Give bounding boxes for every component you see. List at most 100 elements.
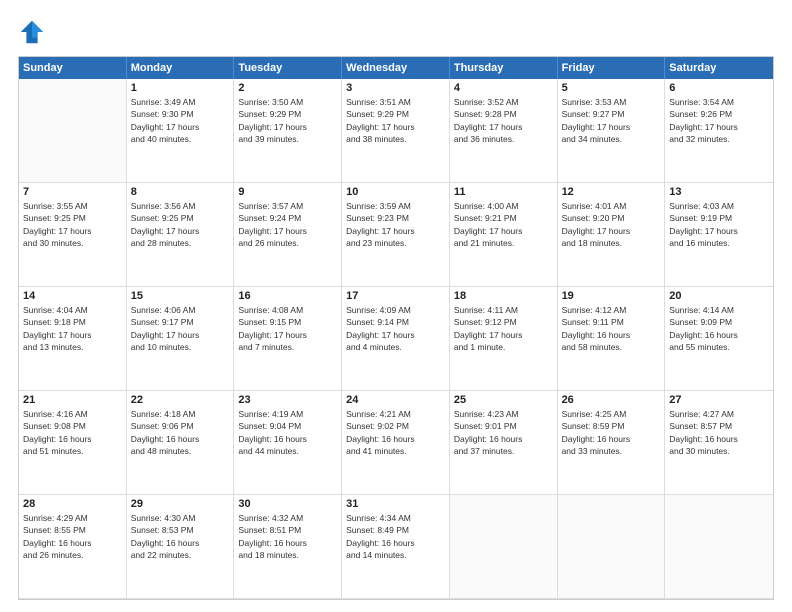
day-info: Sunrise: 4:12 AMSunset: 9:11 PMDaylight:… [562,304,661,353]
day-info: Sunrise: 4:09 AMSunset: 9:14 PMDaylight:… [346,304,445,353]
calendar-cell: 11 Sunrise: 4:00 AMSunset: 9:21 PMDayligh… [450,183,558,287]
day-info: Sunrise: 3:52 AMSunset: 9:28 PMDaylight:… [454,96,553,145]
header [18,18,774,46]
day-info: Sunrise: 4:08 AMSunset: 9:15 PMDaylight:… [238,304,337,353]
weekday-header: Sunday [19,57,127,79]
calendar-cell: 2 Sunrise: 3:50 AMSunset: 9:29 PMDaylight… [234,79,342,183]
calendar-cell: 30Sunrise: 4:32 AMSunset: 8:51 PMDayligh… [234,495,342,599]
day-number: 7 [23,186,122,198]
day-number: 25 [454,394,553,406]
calendar-cell: 18 Sunrise: 4:11 AMSunset: 9:12 PMDayligh… [450,287,558,391]
logo [18,18,50,46]
calendar-cell: 21Sunrise: 4:16 AMSunset: 9:08 PMDayligh… [19,391,127,495]
calendar-cell: 16 Sunrise: 4:08 AMSunset: 9:15 PMDayligh… [234,287,342,391]
logo-icon [18,18,46,46]
calendar-cell [665,495,773,599]
day-number: 6 [669,82,769,94]
day-number: 17 [346,290,445,302]
day-number: 29 [131,498,230,510]
day-info: Sunrise: 4:23 AMSunset: 9:01 PMDaylight:… [454,408,553,457]
calendar-cell: 17 Sunrise: 4:09 AMSunset: 9:14 PMDayligh… [342,287,450,391]
day-info: Sunrise: 4:16 AMSunset: 9:08 PMDaylight:… [23,408,122,457]
day-number: 31 [346,498,445,510]
calendar-body: 1 Sunrise: 3:49 AMSunset: 9:30 PMDaylight… [19,79,773,599]
day-info: Sunrise: 4:32 AMSunset: 8:51 PMDaylight:… [238,512,337,561]
day-number: 14 [23,290,122,302]
day-info: Sunrise: 4:06 AMSunset: 9:17 PMDaylight:… [131,304,230,353]
day-number: 4 [454,82,553,94]
calendar: SundayMondayTuesdayWednesdayThursdayFrid… [18,56,774,600]
calendar-cell: 4 Sunrise: 3:52 AMSunset: 9:28 PMDaylight… [450,79,558,183]
weekday-header: Wednesday [342,57,450,79]
day-info: Sunrise: 4:00 AMSunset: 9:21 PMDaylight:… [454,200,553,249]
calendar-cell: 9Sunrise: 3:57 AMSunset: 9:24 PMDaylight… [234,183,342,287]
weekday-header: Friday [558,57,666,79]
day-info: Sunrise: 4:14 AMSunset: 9:09 PMDaylight:… [669,304,769,353]
weekday-header: Thursday [450,57,558,79]
day-info: Sunrise: 4:04 AMSunset: 9:18 PMDaylight:… [23,304,122,353]
day-info: Sunrise: 3:59 AMSunset: 9:23 PMDaylight:… [346,200,445,249]
day-info: Sunrise: 4:19 AMSunset: 9:04 PMDaylight:… [238,408,337,457]
day-info: Sunrise: 3:50 AMSunset: 9:29 PMDaylight:… [238,96,337,145]
day-info: Sunrise: 3:57 AMSunset: 9:24 PMDaylight:… [238,200,337,249]
day-number: 3 [346,82,445,94]
day-number: 24 [346,394,445,406]
day-info: Sunrise: 3:53 AMSunset: 9:27 PMDaylight:… [562,96,661,145]
weekday-header: Monday [127,57,235,79]
day-number: 26 [562,394,661,406]
calendar-cell [19,79,127,183]
day-number: 13 [669,186,769,198]
calendar-cell: 12Sunrise: 4:01 AMSunset: 9:20 PMDayligh… [558,183,666,287]
calendar-cell: 20 Sunrise: 4:14 AMSunset: 9:09 PMDayligh… [665,287,773,391]
day-info: Sunrise: 4:27 AMSunset: 8:57 PMDaylight:… [669,408,769,457]
day-info: Sunrise: 3:51 AMSunset: 9:29 PMDaylight:… [346,96,445,145]
calendar-cell: 25 Sunrise: 4:23 AMSunset: 9:01 PMDayligh… [450,391,558,495]
calendar-cell: 28 Sunrise: 4:29 AMSunset: 8:55 PMDayligh… [19,495,127,599]
day-info: Sunrise: 4:01 AMSunset: 9:20 PMDaylight:… [562,200,661,249]
day-number: 16 [238,290,337,302]
calendar-cell: 10 Sunrise: 3:59 AMSunset: 9:23 PMDayligh… [342,183,450,287]
day-number: 23 [238,394,337,406]
day-info: Sunrise: 3:54 AMSunset: 9:26 PMDaylight:… [669,96,769,145]
calendar-header: SundayMondayTuesdayWednesdayThursdayFrid… [19,57,773,79]
calendar-cell [450,495,558,599]
calendar-cell: 15 Sunrise: 4:06 AMSunset: 9:17 PMDayligh… [127,287,235,391]
day-info: Sunrise: 4:25 AMSunset: 8:59 PMDaylight:… [562,408,661,457]
calendar-cell: 22Sunrise: 4:18 AMSunset: 9:06 PMDayligh… [127,391,235,495]
day-number: 20 [669,290,769,302]
day-info: Sunrise: 4:11 AMSunset: 9:12 PMDaylight:… [454,304,553,353]
day-number: 10 [346,186,445,198]
calendar-cell: 13 Sunrise: 4:03 AMSunset: 9:19 PMDayligh… [665,183,773,287]
day-info: Sunrise: 4:21 AMSunset: 9:02 PMDaylight:… [346,408,445,457]
day-info: Sunrise: 4:30 AMSunset: 8:53 PMDaylight:… [131,512,230,561]
day-info: Sunrise: 4:34 AMSunset: 8:49 PMDaylight:… [346,512,445,561]
day-info: Sunrise: 4:29 AMSunset: 8:55 PMDaylight:… [23,512,122,561]
day-number: 11 [454,186,553,198]
calendar-cell: 6 Sunrise: 3:54 AMSunset: 9:26 PMDaylight… [665,79,773,183]
day-info: Sunrise: 4:03 AMSunset: 9:19 PMDaylight:… [669,200,769,249]
day-info: Sunrise: 4:18 AMSunset: 9:06 PMDaylight:… [131,408,230,457]
day-number: 27 [669,394,769,406]
day-number: 28 [23,498,122,510]
day-number: 8 [131,186,230,198]
calendar-cell: 7 Sunrise: 3:55 AMSunset: 9:25 PMDaylight… [19,183,127,287]
calendar-cell: 14 Sunrise: 4:04 AMSunset: 9:18 PMDayligh… [19,287,127,391]
calendar-cell: 1 Sunrise: 3:49 AMSunset: 9:30 PMDaylight… [127,79,235,183]
calendar-cell: 31 Sunrise: 4:34 AMSunset: 8:49 PMDayligh… [342,495,450,599]
day-number: 19 [562,290,661,302]
calendar-cell: 26 Sunrise: 4:25 AMSunset: 8:59 PMDayligh… [558,391,666,495]
day-info: Sunrise: 3:56 AMSunset: 9:25 PMDaylight:… [131,200,230,249]
day-info: Sunrise: 3:55 AMSunset: 9:25 PMDaylight:… [23,200,122,249]
day-number: 5 [562,82,661,94]
day-number: 1 [131,82,230,94]
day-number: 15 [131,290,230,302]
calendar-cell: 3 Sunrise: 3:51 AMSunset: 9:29 PMDaylight… [342,79,450,183]
calendar-cell: 29 Sunrise: 4:30 AMSunset: 8:53 PMDayligh… [127,495,235,599]
day-info: Sunrise: 3:49 AMSunset: 9:30 PMDaylight:… [131,96,230,145]
page: SundayMondayTuesdayWednesdayThursdayFrid… [0,0,792,612]
day-number: 18 [454,290,553,302]
calendar-cell: 8 Sunrise: 3:56 AMSunset: 9:25 PMDaylight… [127,183,235,287]
day-number: 2 [238,82,337,94]
weekday-header: Tuesday [234,57,342,79]
calendar-cell: 23 Sunrise: 4:19 AMSunset: 9:04 PMDayligh… [234,391,342,495]
